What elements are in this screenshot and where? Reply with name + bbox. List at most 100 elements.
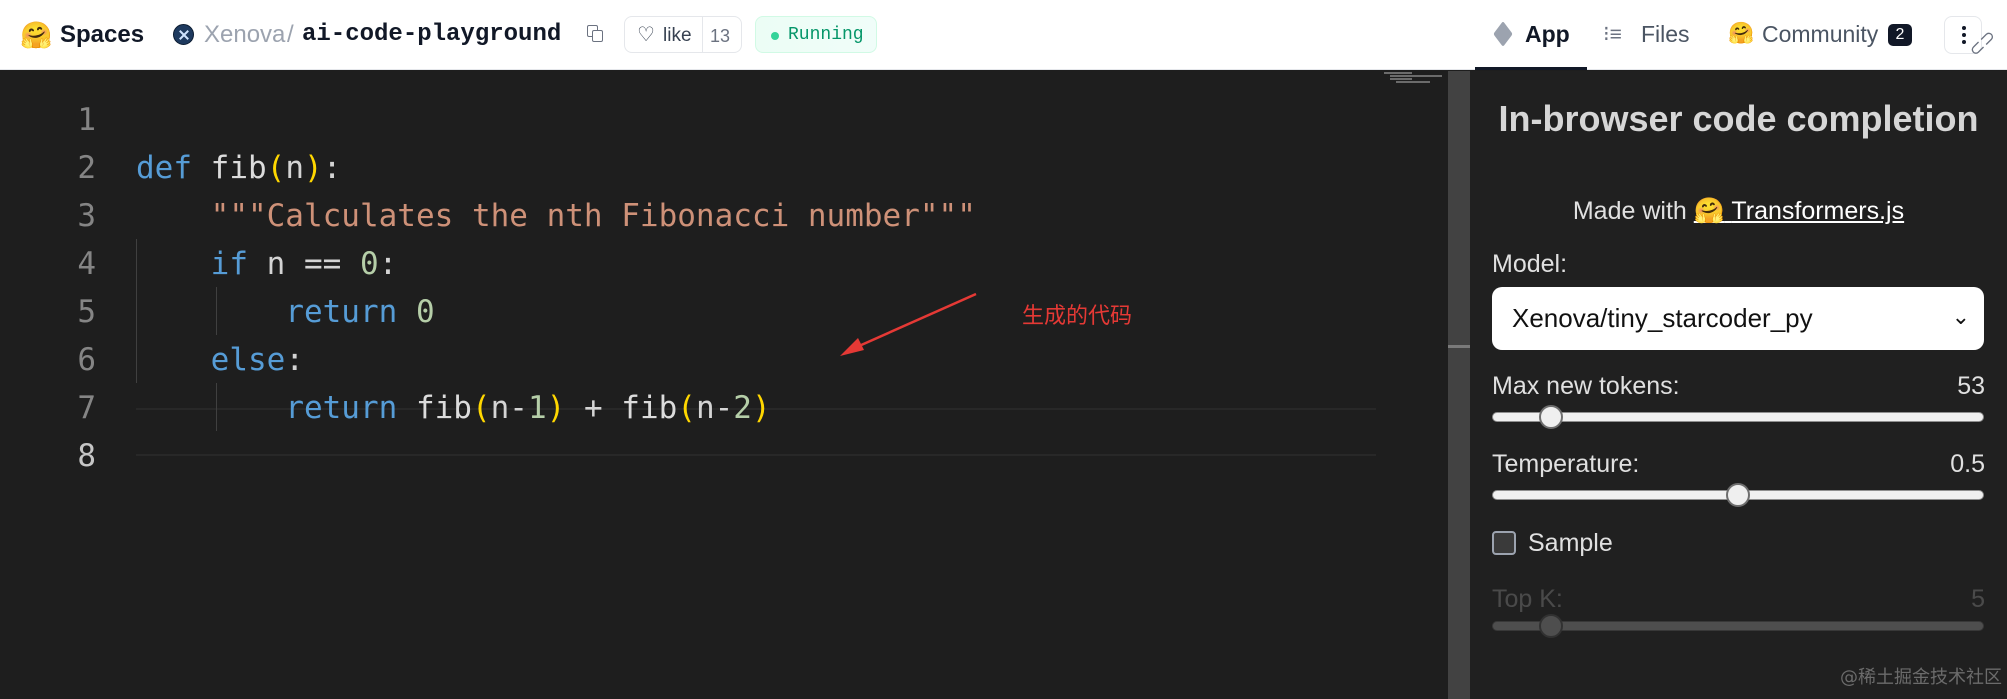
code-token: ( xyxy=(471,390,491,426)
tab-community-label: Community xyxy=(1762,21,1879,47)
code-token: n xyxy=(285,150,305,186)
code-token: fib xyxy=(621,390,678,426)
code-token: n- xyxy=(490,390,528,426)
tab-files[interactable]: ⁝≡ Files xyxy=(1603,0,1693,70)
breadcrumb-separator: / xyxy=(287,21,294,48)
like-count[interactable]: 13 xyxy=(710,25,730,47)
max-tokens-label: Max new tokens: xyxy=(1492,372,1680,400)
code-editor[interactable]: 12345678 def fib(n): """Calculates the n… xyxy=(0,71,1448,699)
annotation-arrow-icon xyxy=(840,292,977,356)
code-token: 0 xyxy=(359,246,379,282)
community-count-badge: 2 xyxy=(1888,24,1912,46)
status-badge[interactable]: Running xyxy=(755,16,877,53)
line-number: 2 xyxy=(77,150,96,186)
spaces-link[interactable]: Spaces xyxy=(60,19,144,51)
code-token: return xyxy=(285,294,398,330)
code-line[interactable]: def fib(n): xyxy=(136,144,341,192)
code-line[interactable]: else: xyxy=(136,336,304,384)
chevron-down-icon: ⌄ xyxy=(1951,304,1970,329)
space-name-link[interactable]: ai-code-playground xyxy=(302,19,561,51)
code-token: + xyxy=(565,390,622,426)
transformers-js-link[interactable]: 🤗 Transformers.js xyxy=(1694,197,1904,225)
code-token: else xyxy=(210,342,286,378)
line-number: 6 xyxy=(77,342,96,378)
code-token: fib xyxy=(210,150,267,186)
code-line[interactable]: """Calculates the nth Fibonacci number""… xyxy=(136,192,976,240)
top-navbar: 🤗 Spaces Xenova / ai-code-playground ♡ l… xyxy=(0,0,2007,70)
temperature-slider-thumb[interactable] xyxy=(1726,483,1750,507)
model-select[interactable]: Xenova/tiny_starcoder_py ⌄ xyxy=(1492,287,1984,350)
top-k-slider xyxy=(1492,621,1984,631)
tab-app[interactable]: App xyxy=(1475,0,1587,70)
status-label: Running xyxy=(788,25,864,45)
community-icon: 🤗 xyxy=(1728,22,1755,45)
tab-community[interactable]: 🤗 Community 2 xyxy=(1726,0,1919,70)
top-k-label: Top K: xyxy=(1492,585,1563,613)
code-token: if xyxy=(210,246,248,282)
code-token: """Calculates the nth Fibonacci number""… xyxy=(210,198,976,234)
code-line[interactable]: return 0 xyxy=(136,288,435,336)
top-k-value: 5 xyxy=(1971,585,1985,613)
code-token: def xyxy=(136,150,192,186)
annotation-label: 生成的代码 xyxy=(1022,304,1133,329)
sample-label: Sample xyxy=(1528,529,1613,557)
code-token: return xyxy=(285,390,398,426)
code-token: n- xyxy=(695,390,734,426)
code-token: 0 xyxy=(415,294,435,330)
temperature-label: Temperature: xyxy=(1492,450,1640,478)
code-token: : xyxy=(285,342,304,378)
like-divider xyxy=(702,17,703,52)
like-button[interactable]: ♡ like 13 xyxy=(624,16,742,53)
made-with-text: Made with 🤗 Transformers.js xyxy=(1470,196,2007,226)
line-number: 8 xyxy=(77,438,96,474)
temperature-value: 0.5 xyxy=(1950,450,1985,478)
editor-scrollbar[interactable] xyxy=(1448,71,1470,699)
editor-minimap[interactable] xyxy=(1380,71,1452,85)
sample-checkbox[interactable] xyxy=(1492,531,1516,555)
model-label: Model: xyxy=(1492,250,1568,278)
copy-icon[interactable] xyxy=(587,25,604,43)
cube-icon xyxy=(1493,21,1513,47)
heart-icon: ♡ xyxy=(637,24,655,46)
transformers-js-link-label: Transformers.js xyxy=(1731,197,1905,225)
line-number: 7 xyxy=(77,390,96,426)
settings-panel: In-browser code completion Made with 🤗 T… xyxy=(1470,71,2007,699)
tab-app-label: App xyxy=(1525,21,1570,47)
watermark-text: @稀土掘金技术社区 xyxy=(1840,667,2002,688)
code-line[interactable]: if n == 0: xyxy=(136,240,398,288)
hugging-face-emoji-icon: 🤗 xyxy=(1693,197,1725,225)
panel-title: In-browser code completion xyxy=(1498,98,1979,139)
top-k-slider-thumb xyxy=(1539,614,1564,638)
like-label: like xyxy=(663,25,692,46)
max-tokens-slider[interactable] xyxy=(1492,412,1984,422)
code-token: n == xyxy=(247,246,360,282)
line-number: 5 xyxy=(77,294,96,330)
max-tokens-slider-thumb[interactable] xyxy=(1539,405,1564,429)
hugging-face-logo-icon[interactable]: 🤗 xyxy=(20,20,52,50)
code-line[interactable]: return fib(n-1) + fib(n-2) xyxy=(136,384,771,432)
model-select-value: Xenova/tiny_starcoder_py xyxy=(1512,303,1813,333)
code-token: ( xyxy=(677,390,696,426)
status-dot-icon xyxy=(771,32,779,40)
line-number: 1 xyxy=(77,102,96,138)
line-number: 3 xyxy=(77,198,96,234)
code-token: : xyxy=(322,150,342,186)
scrollbar-marker xyxy=(1448,345,1470,348)
code-token: ) xyxy=(304,150,323,186)
code-token: ) xyxy=(751,390,771,426)
files-icon: ⁝≡ xyxy=(1603,23,1622,46)
max-tokens-value: 53 xyxy=(1957,372,1985,400)
code-token: 2 xyxy=(733,390,752,426)
line-number: 4 xyxy=(77,246,96,282)
made-with-prefix: Made with xyxy=(1572,197,1687,225)
code-token: ( xyxy=(266,150,286,186)
owner-link[interactable]: Xenova xyxy=(204,19,285,51)
owner-avatar[interactable] xyxy=(173,24,194,45)
